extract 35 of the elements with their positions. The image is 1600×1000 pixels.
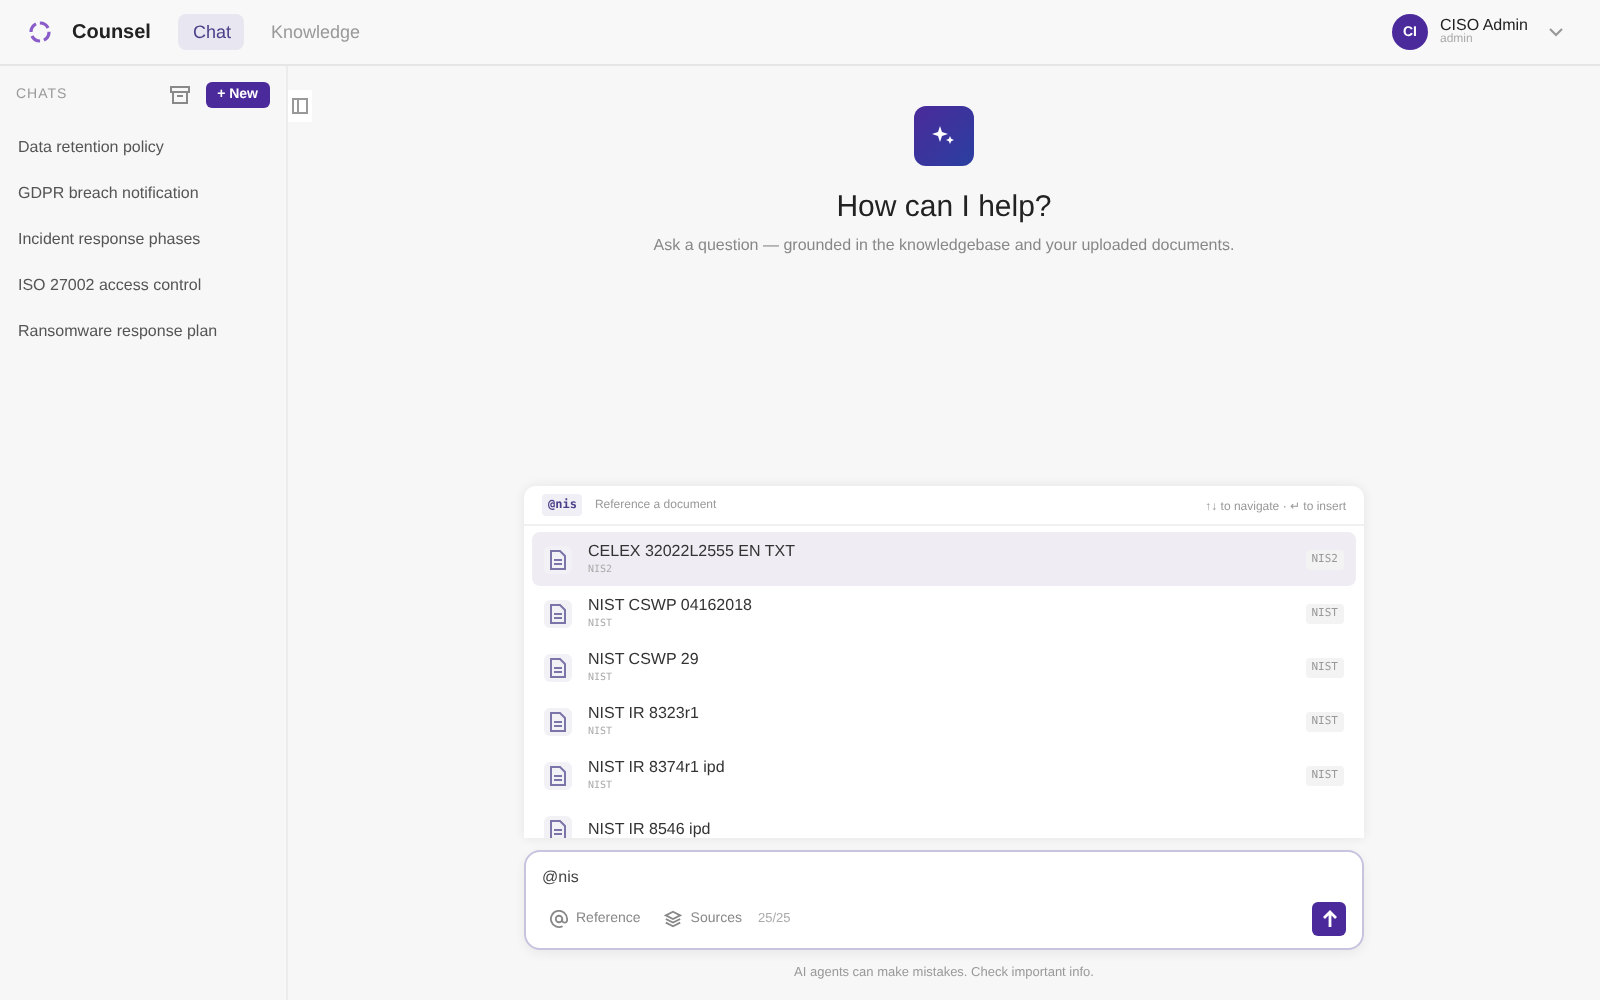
chat-item[interactable]: Ransomware response plan bbox=[16, 308, 270, 354]
chat-item[interactable]: Incident response phases bbox=[16, 216, 270, 262]
archive-button[interactable] bbox=[165, 80, 194, 108]
chat-item[interactable]: ISO 27002 access control bbox=[16, 262, 270, 308]
panel-toggle-button[interactable] bbox=[288, 90, 312, 122]
chat-item[interactable]: Data retention policy bbox=[16, 124, 270, 170]
document-option[interactable]: NIST IR 8546 ipd bbox=[532, 802, 1356, 838]
document-title: NIST CSWP 04162018 bbox=[588, 596, 752, 614]
document-title: NIST IR 8323r1 bbox=[588, 704, 699, 722]
brand-name: Counsel bbox=[72, 21, 151, 43]
chevron-down-icon[interactable] bbox=[1548, 26, 1564, 38]
document-icon bbox=[544, 599, 572, 627]
sparkle-icon bbox=[913, 106, 974, 166]
document-icon bbox=[544, 545, 572, 573]
document-icon bbox=[544, 653, 572, 681]
document-icon bbox=[544, 707, 572, 735]
at-sign-icon bbox=[550, 910, 568, 928]
user-name: CISO Admin bbox=[1439, 17, 1528, 34]
nav-tab[interactable]: Chat bbox=[178, 14, 245, 50]
document-title: CELEX 32022L2555 EN TXT bbox=[588, 542, 795, 560]
archive-icon bbox=[169, 85, 190, 103]
logo-icon bbox=[28, 20, 52, 44]
arrow-up-icon bbox=[1321, 910, 1337, 928]
document-title: NIST IR 8374r1 ipd bbox=[588, 758, 725, 776]
hero-title: How can I help? bbox=[836, 190, 1052, 224]
sidebar-panel-icon bbox=[292, 98, 308, 114]
hero-subtitle: Ask a question — grounded in the knowledgebase and your uploaded documents. bbox=[653, 236, 1235, 254]
chat-item[interactable]: GDPR breach notification bbox=[16, 170, 270, 216]
layers-icon bbox=[664, 910, 683, 928]
send-button[interactable] bbox=[1312, 902, 1346, 936]
document-title: NIST CSWP 29 bbox=[588, 650, 699, 668]
document-title: NIST IR 8546 ipd bbox=[588, 820, 711, 838]
document-icon bbox=[544, 815, 572, 838]
message-text: @nis bbox=[542, 868, 581, 886]
document-icon bbox=[544, 761, 572, 789]
